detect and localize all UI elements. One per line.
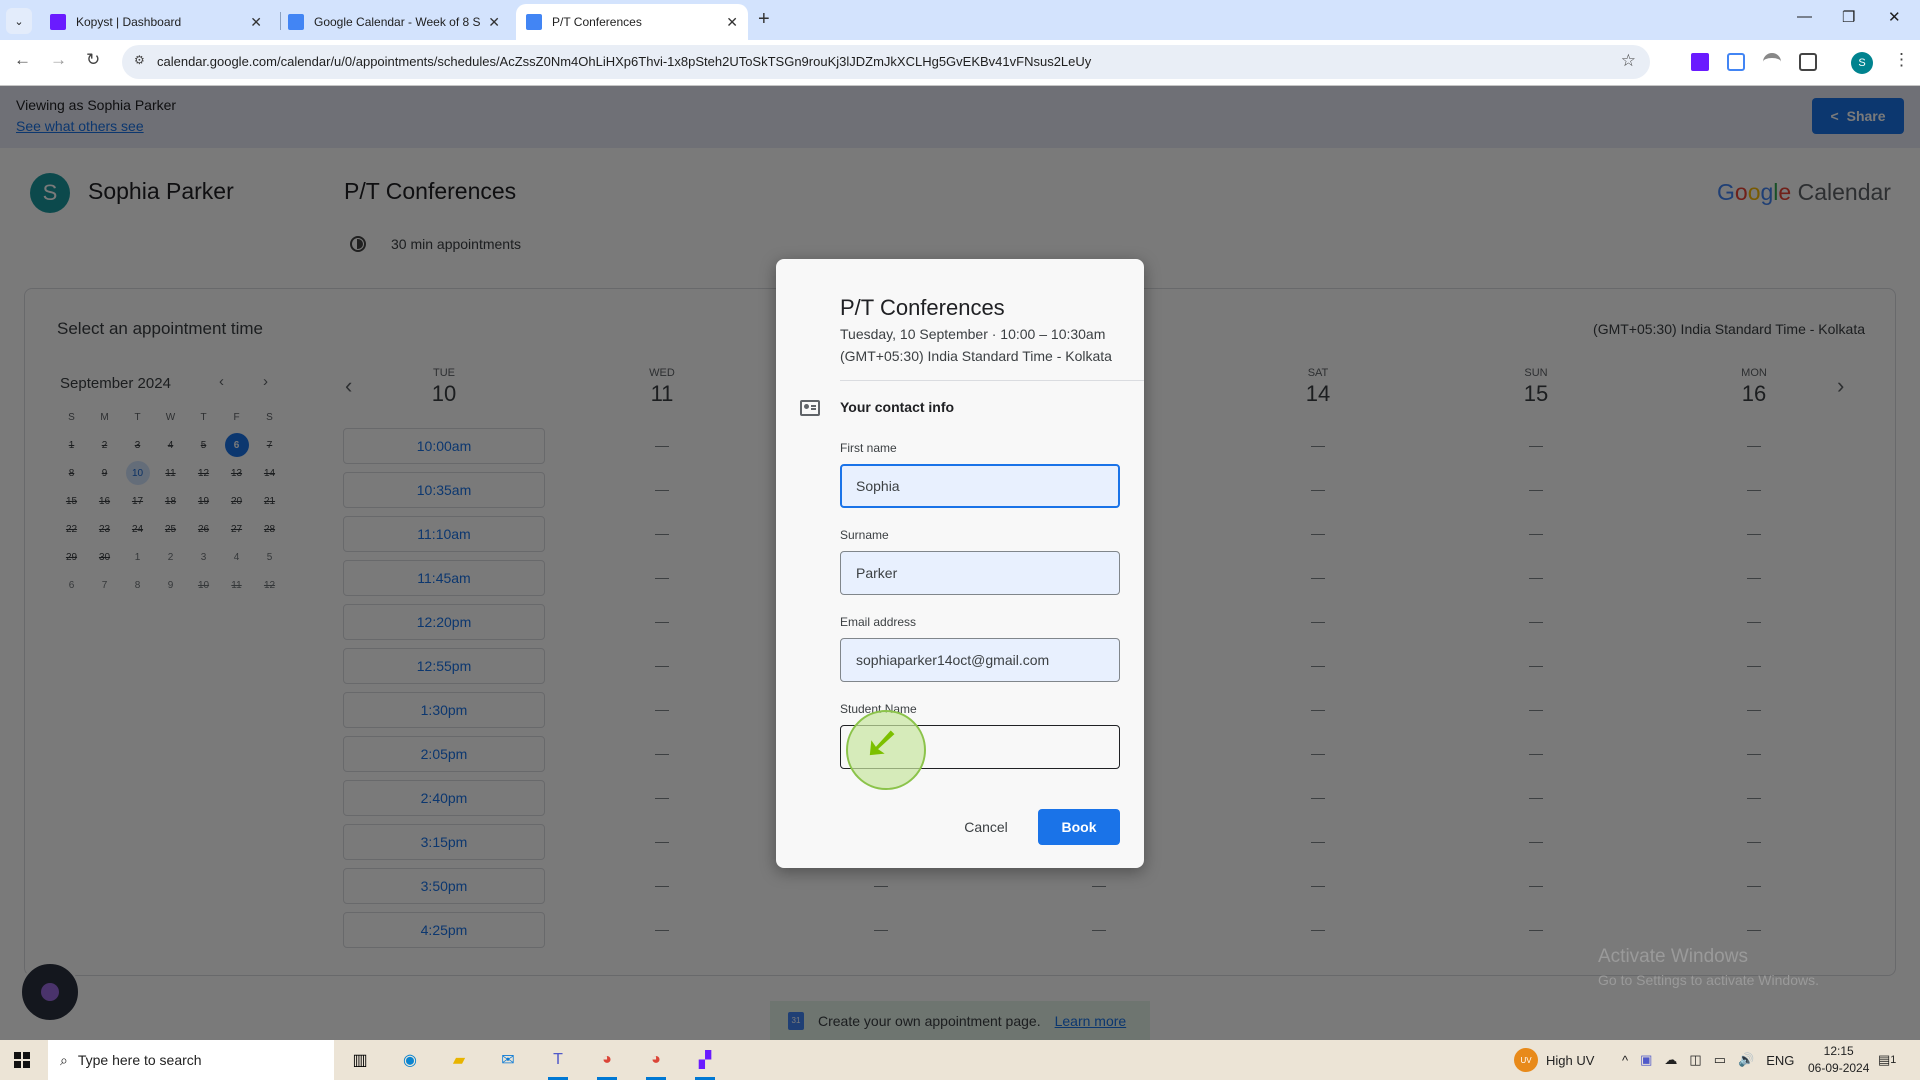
minimize-button[interactable]: —	[1797, 8, 1812, 25]
first-name-label: First name	[840, 441, 897, 455]
windows-start-button[interactable]	[14, 1052, 30, 1068]
appointment-timezone: (GMT+05:30) India Standard Time - Kolkat…	[840, 348, 1112, 364]
booking-dialog: P/T Conferences Tuesday, 10 September · …	[776, 259, 1144, 868]
chrome-profile-a-icon[interactable]: ◕	[595, 1048, 619, 1072]
tab-close-icon[interactable]: ✕	[250, 14, 262, 31]
chrome-profile-s-icon[interactable]: ◕	[644, 1048, 668, 1072]
kopyst-favicon-icon	[50, 14, 66, 30]
surname-label: Surname	[840, 528, 889, 542]
reload-button[interactable]: ↻	[86, 50, 100, 70]
puzzle-extensions-icon[interactable]	[1799, 53, 1817, 71]
dialog-title: P/T Conferences	[840, 295, 1005, 320]
book-button[interactable]: Book	[1038, 809, 1120, 845]
calendar-favicon-icon	[526, 14, 542, 30]
browser-menu-icon[interactable]: ⋮	[1893, 50, 1910, 70]
edge-icon[interactable]: ◉	[398, 1048, 422, 1072]
extension-arc-icon[interactable]	[1763, 53, 1781, 71]
kopyst-extension-icon[interactable]	[1691, 53, 1709, 71]
restore-button[interactable]: ❐	[1842, 8, 1855, 26]
tab-pt-conferences[interactable]: P/T Conferences ✕	[516, 4, 748, 40]
site-info-icon[interactable]: ⚙	[134, 53, 145, 67]
teams-icon[interactable]: T	[546, 1048, 570, 1072]
cancel-button[interactable]: Cancel	[952, 809, 1020, 845]
tab-title: Google Calendar - Week of 8 Se	[314, 15, 481, 29]
url-text[interactable]: calendar.google.com/calendar/u/0/appoint…	[157, 54, 1091, 69]
forward-button[interactable]: →	[50, 50, 67, 70]
clock-date: 06-09-2024	[1808, 1061, 1870, 1075]
uv-badge-icon: UV	[1514, 1048, 1538, 1072]
contact-card-icon	[800, 400, 820, 416]
chevron-down-icon: ⌄	[14, 15, 24, 28]
calendar-favicon-icon	[288, 14, 304, 30]
clock-time: 12:15	[1823, 1044, 1854, 1058]
notification-count: 1	[1890, 1054, 1897, 1066]
extension-icon[interactable]	[1727, 53, 1745, 71]
taskbar-clock[interactable]: 12:15 06-09-2024	[1808, 1043, 1869, 1077]
tab-title: P/T Conferences	[552, 15, 642, 29]
language-indicator[interactable]: ENG	[1766, 1053, 1794, 1068]
new-tab-button[interactable]: +	[758, 8, 770, 31]
file-explorer-icon[interactable]: ▰	[447, 1048, 471, 1072]
appointment-datetime: Tuesday, 10 September · 10:00 – 10:30am	[840, 326, 1106, 342]
bookmark-star-icon[interactable]: ☆	[1621, 51, 1636, 71]
taskbar-search[interactable]: ⌕ Type here to search	[48, 1040, 334, 1080]
address-bar[interactable]: ⚙ calendar.google.com/calendar/u/0/appoi…	[122, 45, 1650, 79]
window-close-button[interactable]: ✕	[1888, 8, 1901, 26]
windows-taskbar: ⌕ Type here to search ▥ ◉ ▰ ✉ T ◕ ◕ ▞ UV…	[0, 1040, 1920, 1080]
profile-avatar[interactable]: S	[1851, 52, 1873, 74]
mail-icon[interactable]: ✉	[496, 1048, 520, 1072]
divider	[840, 380, 1144, 381]
watermark-subtitle: Go to Settings to activate Windows.	[1598, 972, 1819, 988]
activate-windows-watermark: Activate Windows Go to Settings to activ…	[1598, 946, 1819, 988]
network-icon[interactable]: ▭	[1714, 1052, 1726, 1068]
tab-title: Kopyst | Dashboard	[76, 15, 182, 29]
weather-text: High UV	[1546, 1052, 1595, 1068]
notification-center-icon[interactable]: ▤ 1	[1878, 1040, 1896, 1080]
surname-input[interactable]	[840, 551, 1120, 595]
search-icon: ⌕	[60, 1051, 68, 1068]
email-label: Email address	[840, 615, 917, 629]
browser-tabstrip: ⌄ Kopyst | Dashboard ✕ Google Calendar -…	[0, 0, 1920, 40]
click-indicator-icon	[846, 710, 926, 790]
onedrive-icon[interactable]: ☁	[1664, 1052, 1677, 1068]
tray-overflow-icon[interactable]: ^	[1622, 1053, 1628, 1068]
watermark-title: Activate Windows	[1598, 946, 1748, 967]
tab-search-button[interactable]: ⌄	[6, 8, 32, 34]
teams-tray-icon[interactable]: ▣	[1640, 1052, 1652, 1068]
tab-close-icon[interactable]: ✕	[488, 14, 500, 31]
browser-toolbar: ← → ↻ ⚙ calendar.google.com/calendar/u/0…	[0, 40, 1920, 86]
search-placeholder: Type here to search	[77, 1052, 202, 1068]
task-view-icon[interactable]: ▥	[348, 1048, 372, 1072]
back-button[interactable]: ←	[14, 50, 31, 70]
kopyst-app-icon[interactable]: ▞	[693, 1048, 717, 1072]
volume-icon[interactable]: 🔊	[1738, 1052, 1754, 1068]
tab-kopyst[interactable]: Kopyst | Dashboard ✕	[40, 4, 272, 40]
email-input[interactable]	[840, 638, 1120, 682]
system-tray: ^ ▣ ☁ ◫ ▭ 🔊 ENG	[1622, 1040, 1794, 1080]
camera-icon[interactable]: ◫	[1689, 1052, 1701, 1068]
first-name-input[interactable]	[840, 464, 1120, 508]
contact-info-heading: Your contact info	[840, 399, 955, 415]
weather-widget[interactable]: UV High UV	[1514, 1040, 1594, 1080]
tab-close-icon[interactable]: ✕	[726, 14, 738, 31]
tab-google-calendar[interactable]: Google Calendar - Week of 8 Se ✕	[278, 4, 510, 40]
